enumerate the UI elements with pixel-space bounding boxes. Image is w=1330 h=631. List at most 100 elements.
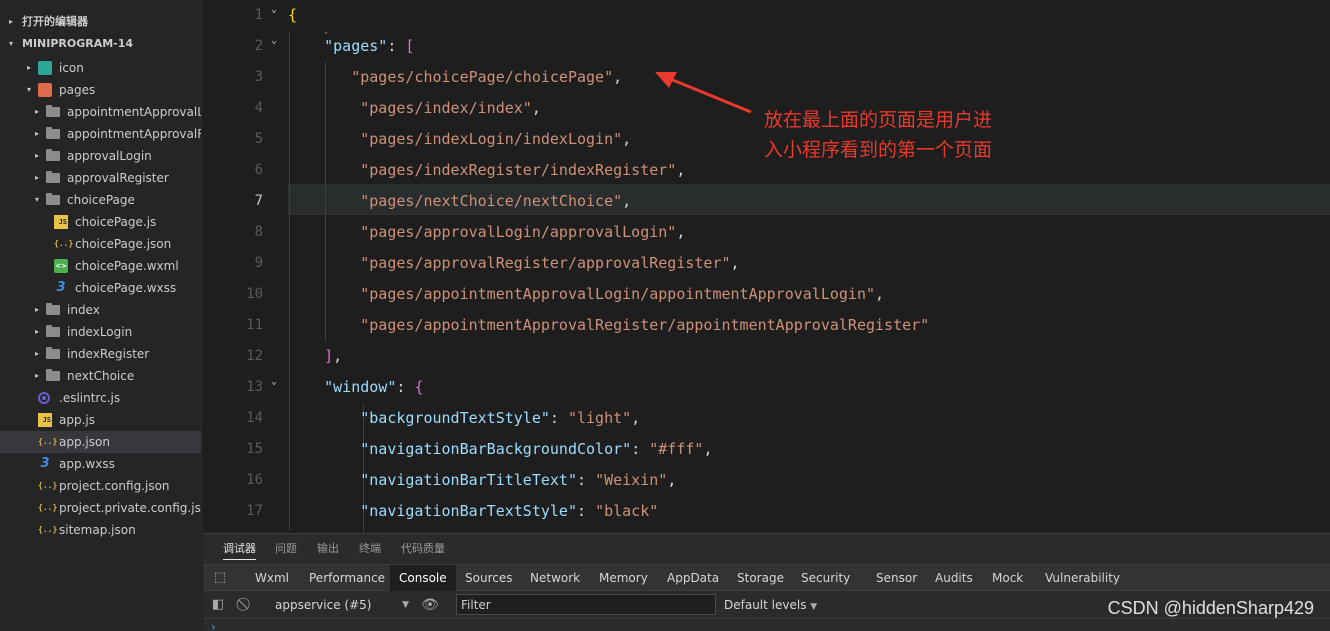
file-tree-item[interactable]: ▸ approvalLogin (0, 145, 201, 167)
file-tree-item[interactable]: ▸ appointmentApprovalR... (0, 123, 201, 145)
file-tree-item[interactable]: 3 app.wxss (0, 453, 201, 475)
chevron-right-icon: ▸ (34, 129, 39, 138)
fold-chevron-icon[interactable]: ⌄ (271, 366, 283, 397)
devtools-tab[interactable]: Security (792, 565, 859, 591)
code-token: : (387, 37, 406, 55)
inspect-element-icon[interactable]: ⬚ (211, 569, 229, 587)
line-number: 12 (246, 348, 263, 364)
open-editors-header[interactable]: ▸ 打开的编辑器 (0, 11, 201, 33)
code-token: "navigationBarTitleText" (360, 471, 577, 489)
file-tree-item[interactable]: 3 choicePage.wxss (0, 277, 201, 299)
code-token: : (577, 471, 596, 489)
code-line: "navigationBarTextStyle": "black" (288, 496, 658, 527)
file-tree-item[interactable]: ▸ appointmentApprovalL... (0, 101, 202, 123)
eye-icon[interactable]: 👁 (421, 596, 439, 614)
chevron-right-icon: ▸ (34, 371, 39, 380)
devtools-tab[interactable]: Sources (456, 565, 521, 591)
devtools-tab[interactable]: Memory (590, 565, 657, 591)
file-tree-item-label: .eslintrc.js (59, 391, 121, 405)
file-explorer: ▸ 打开的编辑器 ▾ MINIPROGRAM-14 ▸ icon ▾ pages ▸ ap… (0, 0, 202, 631)
annotation-arrow (655, 72, 752, 114)
file-tree-item[interactable]: {..} project.config.json (0, 475, 201, 497)
devtools-tab[interactable]: Sensor (867, 565, 926, 591)
annotation-line-2: 入小程序看到的第一个页面 (764, 139, 993, 161)
file-tree-item-label: appointmentApprovalL... (67, 105, 202, 119)
code-line: "pages/nextChoice/nextChoice", (288, 186, 631, 217)
line-number: 16 (246, 472, 263, 488)
file-tree-item[interactable]: ▸ indexRegister (0, 343, 201, 365)
code-token: , (622, 130, 632, 148)
code-token: : (396, 378, 415, 396)
project-header[interactable]: ▾ MINIPROGRAM-14 (0, 33, 201, 55)
file-tree-item[interactable]: {..} choicePage.json (0, 233, 201, 255)
file-tree-item-label: icon (59, 61, 84, 75)
code-token: : (631, 440, 650, 458)
code-token: "pages/indexRegister/indexRegister" (360, 161, 677, 179)
devtools-tab[interactable]: Mock (983, 565, 1032, 591)
file-tree-item[interactable]: <> choicePage.wxml (0, 255, 201, 277)
file-tree-item[interactable]: {..} app.json (0, 431, 201, 453)
panel-tab[interactable]: 输出 (317, 534, 339, 564)
code-token: "backgroundTextStyle" (360, 409, 550, 427)
context-select[interactable]: appservice (#5) ▼ (269, 595, 409, 615)
devtools-tab[interactable]: AppData (658, 565, 728, 591)
code-token: "#fff" (649, 440, 704, 458)
code-token: : (577, 502, 596, 520)
fold-chevron-icon[interactable]: ⌄ (271, 25, 283, 56)
file-tree-item[interactable]: {..} sitemap.json (0, 519, 201, 541)
line-number: 13 (246, 379, 263, 395)
file-tree-item[interactable]: ▾ choicePage (0, 189, 201, 211)
file-tree-item[interactable]: .eslintrc.js (0, 387, 201, 409)
devtools-tab[interactable]: Vulnerability (1036, 565, 1129, 591)
file-tree-item[interactable]: ▸ indexLogin (0, 321, 201, 343)
devtools-tab[interactable]: Storage (728, 565, 793, 591)
code-token: , (631, 409, 641, 427)
chevron-down-icon: ▾ (9, 39, 14, 48)
log-levels-select[interactable]: Default levels ▼ (724, 595, 817, 617)
annotation-line-1: 放在最上面的页面是用户进 (764, 109, 993, 131)
file-tree-item[interactable]: ▸ index (0, 299, 201, 321)
file-tree-item[interactable]: JS choicePage.js (0, 211, 201, 233)
annotation-text: 放在最上面的页面是用户进 入小程序看到的第一个页面 (764, 105, 1034, 165)
devtools-tab[interactable]: Wxml (246, 565, 298, 591)
console-filter-input[interactable] (456, 594, 716, 615)
line-number: 10 (246, 286, 263, 302)
devtools-tab[interactable]: Network (521, 565, 589, 591)
file-tree-item[interactable]: {..} project.private.config.json (0, 497, 201, 519)
json-file-icon: {..} (38, 481, 58, 490)
code-token: "window" (324, 378, 397, 396)
console-prompt[interactable]: › (211, 620, 216, 631)
line-number: 5 (254, 131, 263, 147)
panel-tab[interactable]: 问题 (275, 534, 297, 564)
file-tree-item[interactable]: JS app.js (0, 409, 201, 431)
panel-tab[interactable]: 代码质量 (401, 534, 445, 564)
line-number: 3 (254, 69, 263, 85)
file-tree-item-label: pages (59, 83, 96, 97)
folder-icon (46, 149, 60, 161)
devtools-tab[interactable]: Audits (926, 565, 982, 591)
line-number: 7 (254, 193, 263, 209)
code-token: "pages/indexLogin/indexLogin" (360, 130, 623, 148)
clear-console-icon[interactable]: ⃠ (237, 596, 255, 614)
fold-chevron-icon[interactable]: ⌄ (271, 0, 283, 25)
code-token: "pages/choicePage/choicePage" (351, 68, 614, 86)
line-number: 2 (254, 38, 263, 54)
file-tree-item-label: app.js (59, 413, 95, 427)
line-number: 9 (254, 255, 263, 271)
code-token: { (288, 6, 298, 24)
devtools-tab[interactable]: Console (390, 565, 456, 591)
sidebar-toggle-icon[interactable]: ◧ (209, 596, 227, 614)
file-tree-item[interactable]: ▸ icon (0, 57, 201, 79)
code-editor[interactable]: 1 ⌄{2 ⌄ "pages": [3 "pages/choicePage/choi… (203, 0, 1330, 533)
file-tree-item[interactable]: ▾ pages (0, 79, 201, 101)
panel-tab[interactable]: 调试器 (223, 534, 256, 564)
file-tree-item[interactable]: ▸ nextChoice (0, 365, 201, 387)
line-number: 11 (246, 317, 263, 333)
file-tree-item[interactable]: ▸ approvalRegister (0, 167, 201, 189)
panel-tab[interactable]: 终端 (359, 534, 381, 564)
devtools-tab[interactable]: Performance (300, 565, 394, 591)
code-token: "pages/appointmentApprovalLogin/appointm… (360, 285, 876, 303)
